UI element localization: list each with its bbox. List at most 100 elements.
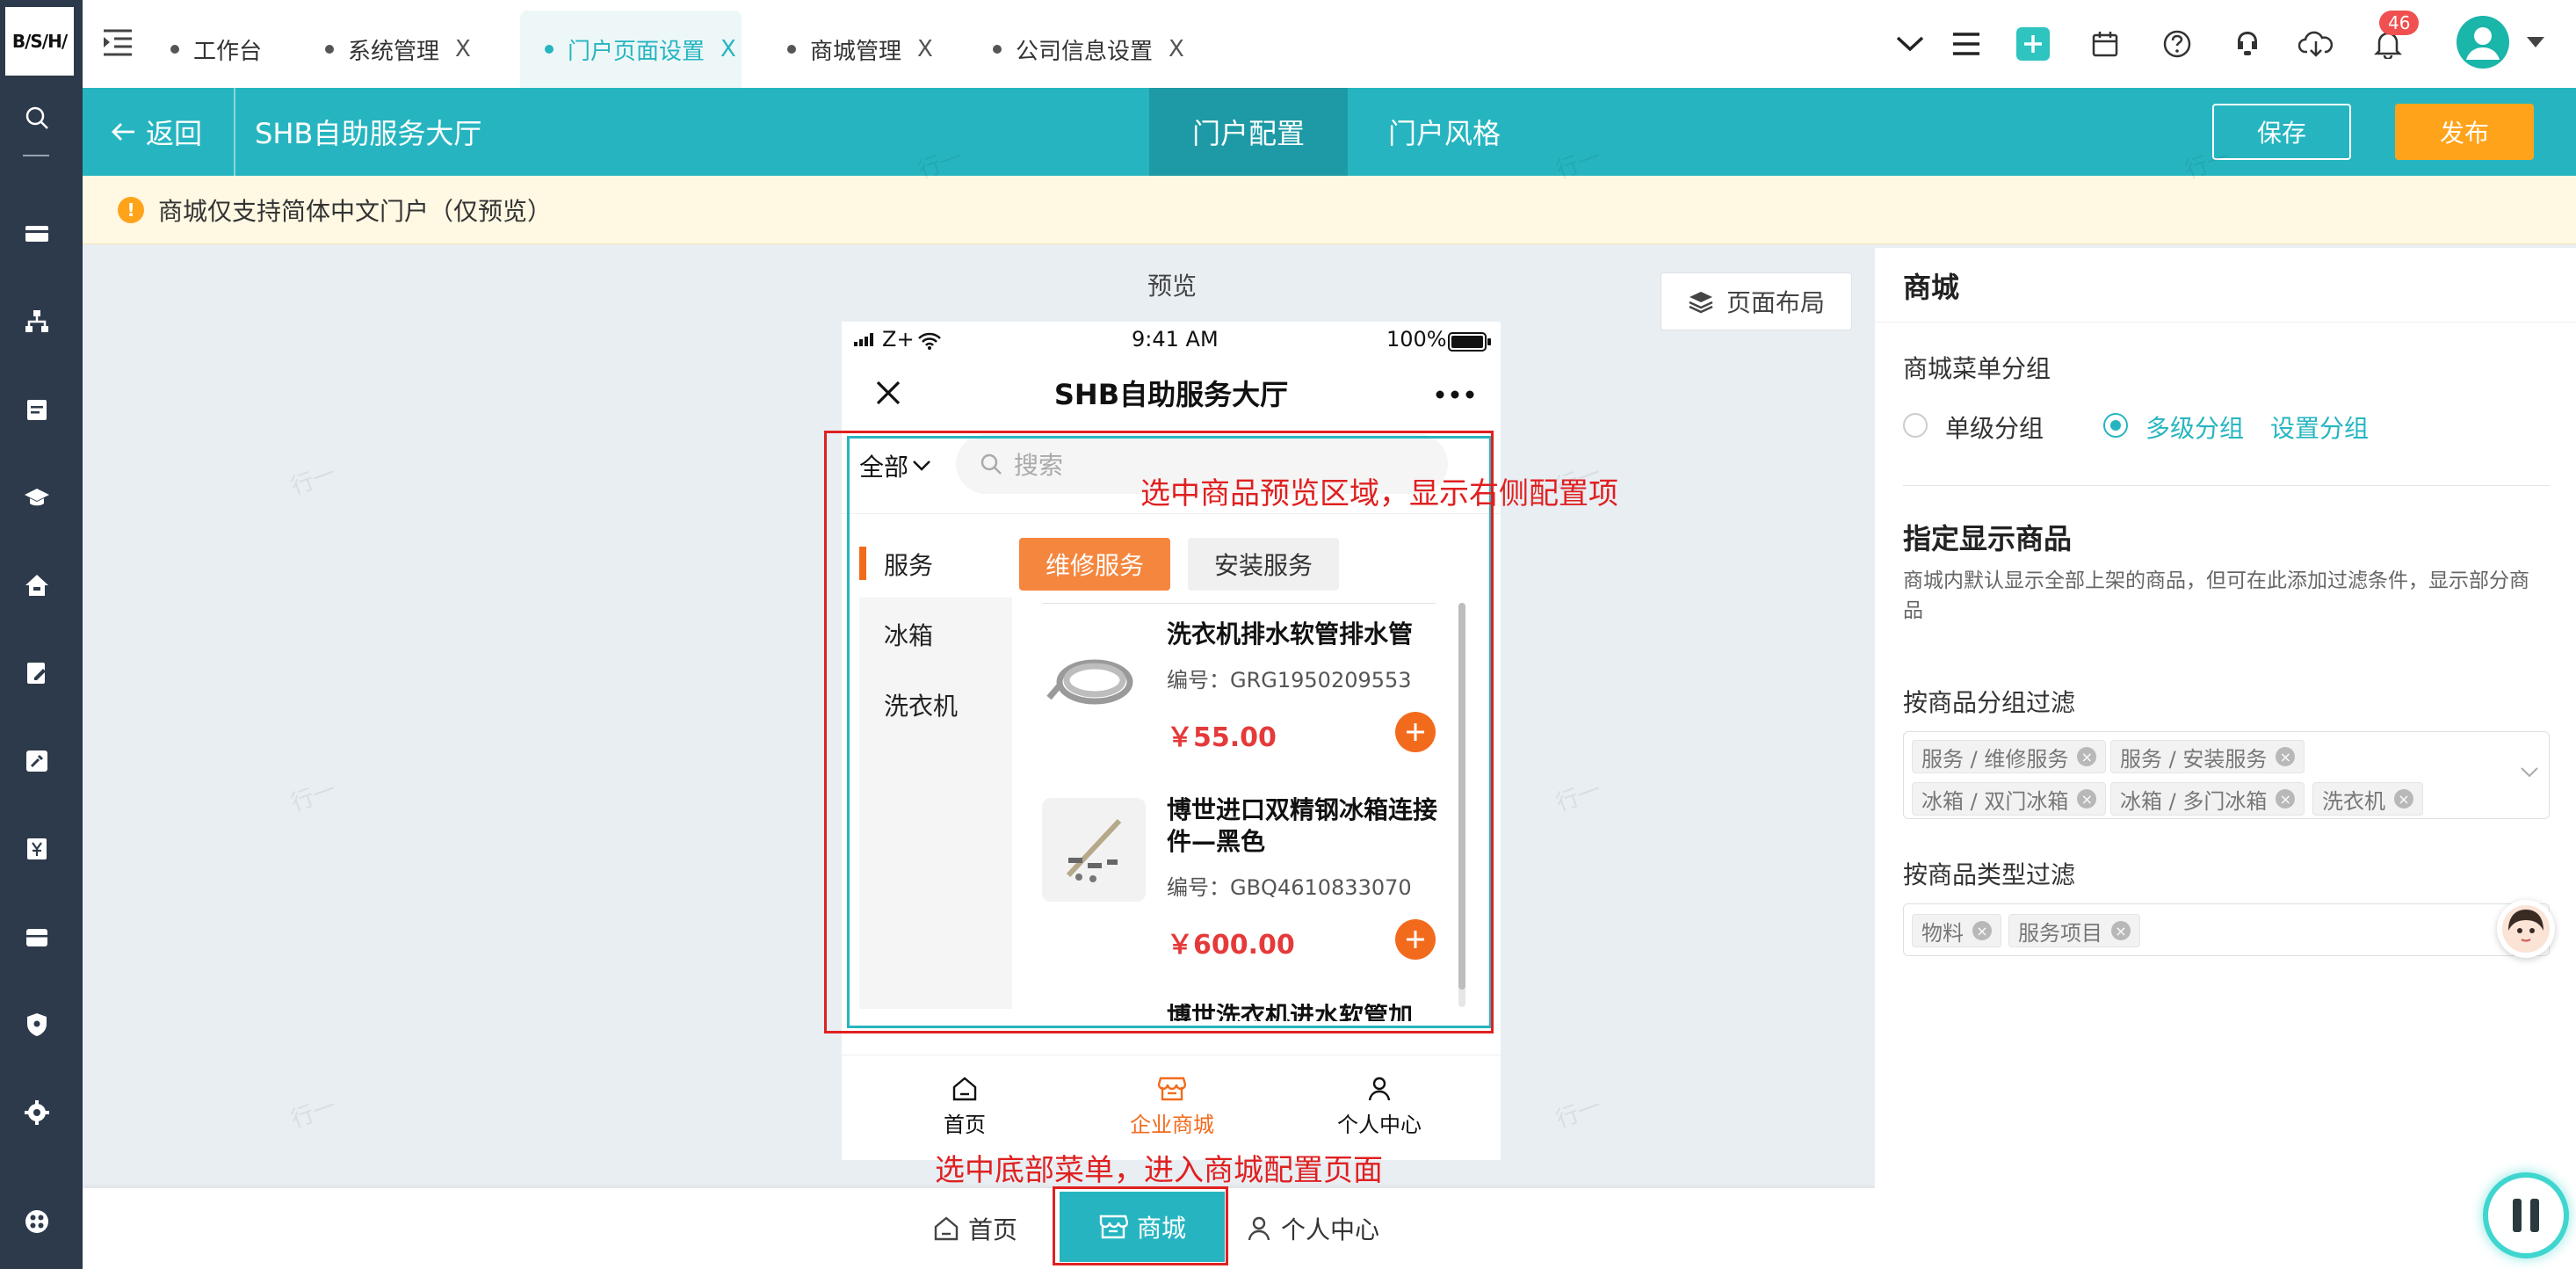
radio-multi-group[interactable] xyxy=(2103,413,2128,438)
tab-system-management[interactable]: 系统管理 X xyxy=(325,11,510,88)
assistant-avatar[interactable] xyxy=(2497,900,2555,958)
notice-text: 商城仅支持简体中文门户（仅预览） xyxy=(158,197,553,226)
portal-name: SHB自助服务大厅 xyxy=(255,117,482,150)
user-avatar[interactable] xyxy=(2457,16,2509,69)
tab-close-icon[interactable]: X xyxy=(917,36,933,62)
chevron-down-icon[interactable] xyxy=(2520,766,2539,779)
tag-remove-icon[interactable]: × xyxy=(2276,747,2296,766)
left-rail xyxy=(0,0,83,1269)
show-goods-title: 指定显示商品 xyxy=(1903,522,2073,555)
radio-single-group[interactable] xyxy=(1903,413,1928,438)
tag-remove-icon[interactable]: × xyxy=(2077,747,2097,766)
tab-label: 门户页面设置 xyxy=(568,38,706,65)
tab-label: 公司信息设置 xyxy=(1016,38,1154,65)
graduation-icon[interactable] xyxy=(19,480,54,515)
user-icon xyxy=(1248,1216,1270,1241)
wifi-icon xyxy=(917,332,942,350)
more-icon[interactable] xyxy=(1436,390,1474,399)
set-groups-link[interactable]: 设置分组 xyxy=(2270,410,2369,445)
search-icon[interactable] xyxy=(19,100,54,135)
layers-icon xyxy=(1689,292,1713,314)
yen-icon[interactable] xyxy=(19,831,54,867)
phone-tab-label: 首页 xyxy=(944,1113,986,1137)
back-button[interactable]: 返回 xyxy=(111,88,202,176)
menu-group-label: 商城菜单分组 xyxy=(1903,354,2051,383)
brand-logo[interactable]: B/S/H/ xyxy=(5,7,74,76)
group-tag-label: 冰箱 / 双门冰箱 xyxy=(1921,788,2069,814)
phone-tab-label: 个人中心 xyxy=(1337,1113,1422,1137)
group-tag-label: 服务 / 维修服务 xyxy=(1921,746,2069,772)
store-icon[interactable] xyxy=(19,919,54,954)
bottom-menu-label: 个人中心 xyxy=(1281,1215,1380,1244)
shield-icon[interactable] xyxy=(19,1007,54,1042)
group-tag-label: 洗衣机 xyxy=(2322,788,2385,814)
watermark: 行一 xyxy=(1552,776,1605,817)
cloud-download-icon[interactable] xyxy=(2297,25,2335,63)
show-goods-description: 商城内默认显示全部上架的商品，但可在此添加过滤条件，显示部分商品 xyxy=(1903,569,2529,622)
bottom-menu-profile[interactable]: 个人中心 xyxy=(1246,1188,1379,1269)
arrow-left-icon xyxy=(112,123,134,141)
card-icon[interactable] xyxy=(19,216,54,251)
signal-icon xyxy=(854,332,877,346)
group-tag: 服务 / 安装服务 × xyxy=(2110,740,2305,773)
menu-collapse-icon[interactable] xyxy=(100,26,135,58)
tab-company-info-settings[interactable]: 公司信息设置 X xyxy=(993,11,1204,88)
tag-remove-icon[interactable]: × xyxy=(2111,921,2131,940)
tab-close-icon[interactable]: X xyxy=(1169,36,1184,62)
save-button[interactable]: 保存 xyxy=(2212,104,2351,160)
calendar-icon[interactable] xyxy=(2086,25,2124,63)
panel-title: 商城 xyxy=(1903,271,1960,304)
tab-workbench[interactable]: 工作台 xyxy=(170,11,285,88)
pause-bar xyxy=(2530,1199,2539,1232)
group-tag: 冰箱 / 双门冰箱 × xyxy=(1912,782,2107,816)
publish-button[interactable]: 发布 xyxy=(2395,104,2534,160)
task-icon[interactable] xyxy=(19,392,54,427)
tab-portal-page-settings[interactable]: 门户页面设置 X xyxy=(520,11,742,88)
phone-tab-mall[interactable]: 企业商城 xyxy=(1084,1076,1260,1138)
tab-portal-config[interactable]: 门户配置 xyxy=(1149,88,1348,176)
tab-close-icon[interactable]: X xyxy=(455,36,471,62)
notification-badge: 46 xyxy=(2379,11,2420,35)
page-layout-button[interactable]: 页面布局 xyxy=(1661,272,1852,330)
radio-multi-label[interactable]: 多级分组 xyxy=(2145,410,2244,445)
org-icon[interactable] xyxy=(19,304,54,339)
radio-single-label[interactable]: 单级分组 xyxy=(1945,410,2044,445)
phone-tab-home[interactable]: 首页 xyxy=(877,1076,1053,1138)
carrier-name: Z+ xyxy=(882,327,915,352)
watermark: 行一 xyxy=(1552,1092,1605,1134)
header-divider xyxy=(234,88,235,176)
chevron-down-icon[interactable] xyxy=(1891,25,1929,63)
tab-dot xyxy=(170,45,179,54)
group-tag: 洗衣机 × xyxy=(2312,782,2423,816)
goods-area-annotation-box xyxy=(824,431,1494,1033)
tab-close-icon[interactable]: X xyxy=(720,36,736,62)
apps-icon[interactable] xyxy=(19,1204,54,1239)
bottom-menu-home[interactable]: 首页 xyxy=(933,1188,1017,1269)
tag-remove-icon[interactable]: × xyxy=(2394,789,2413,809)
help-icon[interactable] xyxy=(2158,25,2196,63)
tab-dot xyxy=(787,45,796,54)
watermark: 行一 xyxy=(287,776,340,817)
tool-icon[interactable] xyxy=(19,743,54,779)
tab-mall-management[interactable]: 商城管理 X xyxy=(787,11,972,88)
tag-remove-icon[interactable]: × xyxy=(1972,921,1992,940)
pause-button[interactable] xyxy=(2483,1172,2569,1258)
pause-bar xyxy=(2513,1199,2522,1232)
page-layout-label: 页面布局 xyxy=(1726,288,1825,317)
add-icon[interactable] xyxy=(2014,25,2052,63)
tab-portal-style[interactable]: 门户风格 xyxy=(1348,88,1541,176)
rail-divider xyxy=(23,155,49,156)
list-menu-icon[interactable] xyxy=(1947,25,1986,63)
tag-remove-icon[interactable]: × xyxy=(2276,789,2296,809)
type-tag: 物料 × xyxy=(1912,914,2001,947)
caret-down-icon[interactable] xyxy=(2525,35,2546,49)
divider xyxy=(1875,322,2576,323)
home-icon[interactable] xyxy=(19,568,54,603)
warning-icon: ! xyxy=(118,197,144,223)
phone-tab-profile[interactable]: 个人中心 xyxy=(1292,1076,1467,1138)
gear-icon[interactable] xyxy=(19,1095,54,1130)
group-tag: 服务 / 维修服务 × xyxy=(1912,740,2107,773)
edit-icon[interactable] xyxy=(19,656,54,691)
tag-remove-icon[interactable]: × xyxy=(2077,789,2097,809)
service-icon[interactable] xyxy=(2228,25,2267,63)
